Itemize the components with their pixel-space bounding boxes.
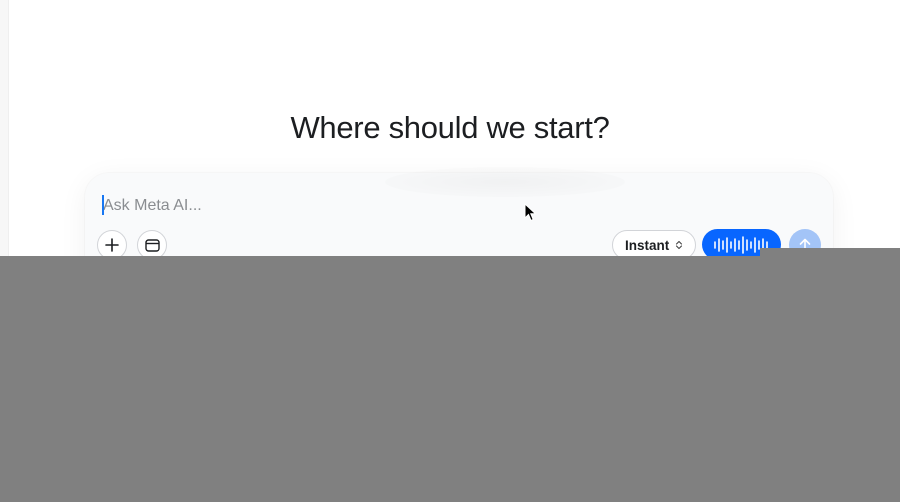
composer-highlight: [385, 167, 625, 197]
window-icon: [144, 238, 160, 252]
plus-icon: [105, 238, 119, 252]
gray-overlay: [0, 256, 900, 502]
page-title: Where should we start?: [290, 110, 610, 145]
chevron-up-down-icon: [676, 240, 683, 250]
prompt-input[interactable]: [103, 195, 663, 217]
mode-select-label: Instant: [625, 237, 670, 253]
page: Where should we start? Instant: [0, 0, 900, 502]
mouse-pointer-icon: [524, 203, 537, 222]
text-caret: [102, 195, 104, 215]
